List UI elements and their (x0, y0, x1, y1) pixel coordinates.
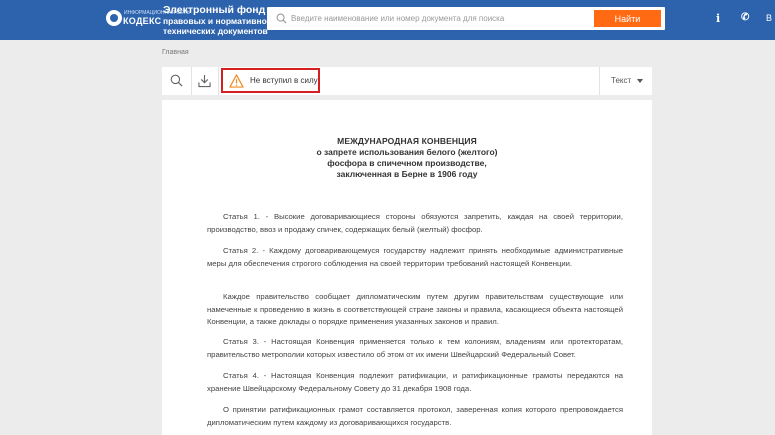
paragraph-text: Каждое правительство сообщает дипломатич… (207, 292, 623, 326)
site-title-line-3: технических документов (163, 26, 268, 36)
logo-mark-icon (106, 10, 122, 26)
download-icon[interactable] (198, 74, 211, 88)
document-paragraph: Статья 4. - Настоящая Конвенция подлежит… (207, 370, 623, 395)
document-status-label: Не вступил в силу (250, 76, 318, 85)
paragraph-text: Статья 3. - Настоящая Конвенция применяе… (207, 337, 623, 359)
info-icon[interactable]: i (716, 12, 720, 25)
site-title-line-2: правовых и нормативно- (163, 16, 270, 26)
paragraph-text: Статья 1. - Высокие договаривающиеся сто… (207, 212, 623, 234)
document-status[interactable]: Не вступил в силу (221, 68, 320, 93)
site-title-line-1: Электронный фонд (163, 4, 266, 16)
view-mode-label: Текст (611, 76, 632, 85)
document-title-main: МЕЖДУНАРОДНАЯ КОНВЕНЦИЯ (337, 136, 477, 146)
breadcrumb[interactable]: Главная (162, 49, 189, 56)
document-toolbar: Не вступил в силу Текст (162, 67, 652, 95)
document-body: МЕЖДУНАРОДНАЯ КОНВЕНЦИЯ о запрете исполь… (162, 100, 652, 435)
phone-icon[interactable]: ✆ (741, 12, 749, 23)
document-title: МЕЖДУНАРОДНАЯ КОНВЕНЦИЯ о запрете исполь… (162, 136, 652, 180)
document-paragraph: О принятии ратификационных грамот состав… (207, 404, 623, 429)
header-cut-label[interactable]: В (766, 13, 772, 23)
search-icon (276, 13, 287, 24)
document-paragraph: Статья 3. - Настоящая Конвенция применяе… (207, 336, 623, 361)
document-search-icon[interactable] (170, 74, 183, 87)
view-mode-select[interactable]: Текст (599, 67, 652, 95)
paragraph-text: Статья 4. - Настоящая Конвенция подлежит… (207, 371, 623, 393)
paragraph-text: О принятии ратификационных грамот состав… (207, 405, 623, 427)
site-title: Электронный фонд правовых и нормативно- … (163, 4, 273, 36)
logo-brand-text: КОДЕКС (123, 16, 162, 26)
chevron-down-icon (637, 79, 643, 83)
paragraph-text: Статья 2. - Каждому договаривающемуся го… (207, 246, 623, 268)
kodeks-logo[interactable]: ИНФОРМАЦИОННАЯ СЕТЬ КОДЕКС (106, 9, 190, 31)
document-paragraph: Статья 1. - Высокие договаривающиеся сто… (207, 211, 623, 236)
document-subtitle-line-1: о запрете использования белого (желтого) (316, 147, 498, 157)
document-subtitle-line-3: заключенная в Берне в 1906 году (336, 169, 478, 179)
toolbar-divider (191, 67, 192, 95)
document-subtitle-line-2: фосфора в спичечном производстве, (327, 158, 487, 168)
search-bar: Найти (267, 7, 665, 30)
document-paragraph: Каждое правительство сообщает дипломатич… (207, 291, 623, 329)
warning-icon (229, 74, 244, 88)
toolbar-divider (218, 67, 219, 95)
header-bar: ИНФОРМАЦИОННАЯ СЕТЬ КОДЕКС Электронный ф… (0, 0, 775, 40)
document-paragraph: Статья 2. - Каждому договаривающемуся го… (207, 245, 623, 270)
search-input[interactable] (291, 7, 591, 30)
search-button[interactable]: Найти (594, 10, 661, 27)
